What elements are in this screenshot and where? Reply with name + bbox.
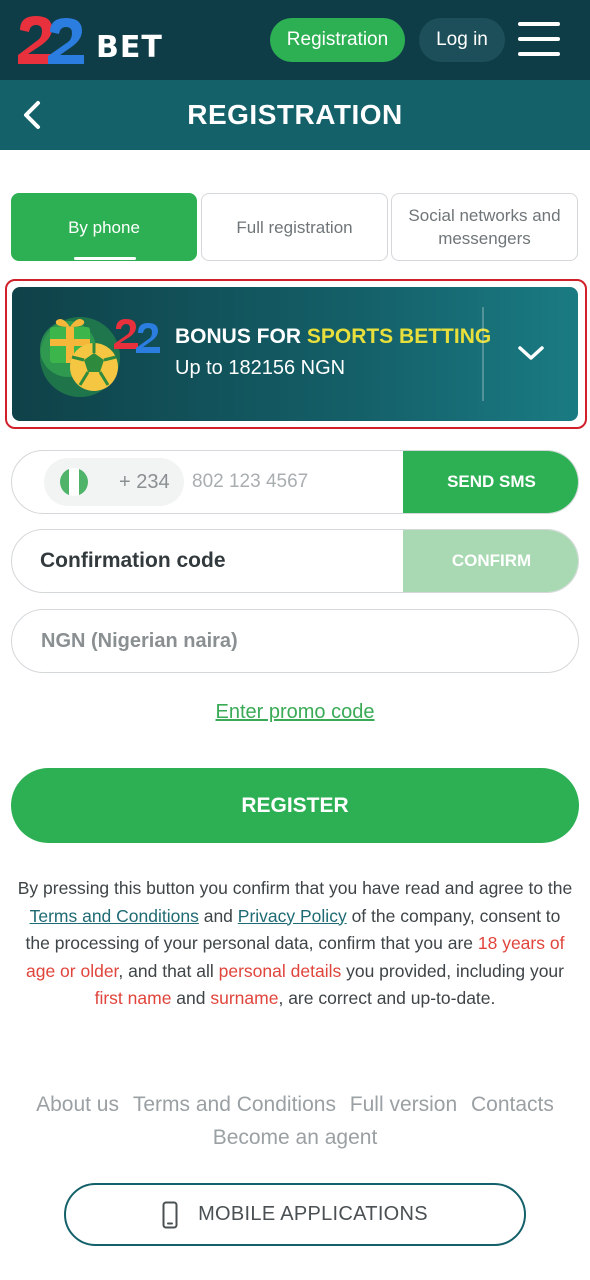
mobile-applications-label: MOBILE APPLICATIONS — [198, 1203, 428, 1225]
logo-text: BET — [96, 30, 163, 65]
privacy-policy-link[interactable]: Privacy Policy — [238, 906, 347, 926]
country-code-selector[interactable]: + 234 — [44, 458, 184, 506]
bonus-title-highlight: SPORTS BETTING — [306, 325, 492, 348]
tab-full-registration[interactable]: Full registration — [201, 193, 388, 261]
top-header: BET Registration Log in — [0, 0, 590, 80]
bonus-divider — [482, 307, 484, 401]
footer-link-contacts[interactable]: Contacts — [471, 1093, 554, 1116]
legal-text: , and that all — [118, 960, 219, 981]
personal-details-text: personal details — [218, 960, 342, 981]
footer-link-agent[interactable]: Become an agent — [213, 1126, 378, 1149]
tab-active-indicator — [74, 257, 136, 260]
mobile-applications-button[interactable]: MOBILE APPLICATIONS — [64, 1183, 526, 1246]
tab-label: Social networks and messengers — [408, 206, 561, 248]
nigeria-flag-icon — [60, 468, 88, 496]
send-sms-button[interactable]: SEND SMS — [403, 451, 578, 513]
currency-select[interactable]: NGN (Nigerian naira) — [11, 609, 579, 673]
surname-text: surname — [210, 988, 279, 1008]
chevron-down-icon[interactable] — [516, 343, 546, 363]
phone-field: + 234 SEND SMS — [11, 450, 579, 514]
hamburger-menu-icon[interactable] — [518, 22, 560, 56]
tab-label: By phone — [68, 217, 140, 237]
footer-link-terms[interactable]: Terms and Conditions — [133, 1093, 336, 1116]
gift-football-icon — [40, 317, 160, 397]
promo-code-link[interactable]: Enter promo code — [0, 701, 590, 724]
bonus-title: BONUS FOR SPORTS BETTING — [175, 325, 491, 349]
bonus-amount: Up to 182156 NGN — [175, 357, 346, 379]
legal-text: you provided, including your — [341, 960, 564, 981]
confirm-button[interactable]: CONFIRM — [403, 530, 578, 592]
tab-social-networks[interactable]: Social networks and messengers — [391, 193, 578, 261]
bonus-title-prefix: BONUS FOR — [175, 325, 307, 348]
confirmation-code-input[interactable] — [40, 530, 400, 592]
legal-text: By pressing this button you confirm that… — [17, 878, 573, 898]
legal-text: and — [198, 905, 238, 926]
smartphone-icon — [162, 1201, 178, 1228]
login-button[interactable]: Log in — [419, 18, 505, 62]
page-header: REGISTRATION — [0, 80, 590, 150]
dial-code: + 234 — [119, 470, 170, 493]
confirmation-code-field: CONFIRM — [11, 529, 579, 593]
bonus-card[interactable]: BONUS FOR SPORTS BETTING Up to 182156 NG… — [12, 287, 578, 421]
register-button[interactable]: REGISTER — [11, 768, 579, 843]
registration-button[interactable]: Registration — [270, 18, 405, 62]
page-title: REGISTRATION — [187, 99, 403, 130]
footer-link-full-version[interactable]: Full version — [350, 1093, 457, 1116]
phone-input[interactable] — [192, 451, 402, 513]
tab-label: Full registration — [236, 217, 353, 237]
footer-links: About us Terms and Conditions Full versi… — [20, 1088, 570, 1154]
legal-text: , are correct and up-to-date. — [278, 988, 496, 1008]
terms-link[interactable]: Terms and Conditions — [30, 906, 199, 926]
first-name-text: first name — [94, 988, 172, 1008]
logo[interactable]: BET — [14, 10, 164, 70]
tab-by-phone[interactable]: By phone — [11, 193, 197, 261]
chevron-left-icon[interactable] — [18, 98, 48, 132]
footer-link-about[interactable]: About us — [36, 1093, 119, 1116]
currency-value: NGN (Nigerian naira) — [41, 629, 238, 652]
legal-notice: By pressing this button you confirm that… — [16, 875, 574, 1013]
legal-text: and — [171, 988, 211, 1008]
